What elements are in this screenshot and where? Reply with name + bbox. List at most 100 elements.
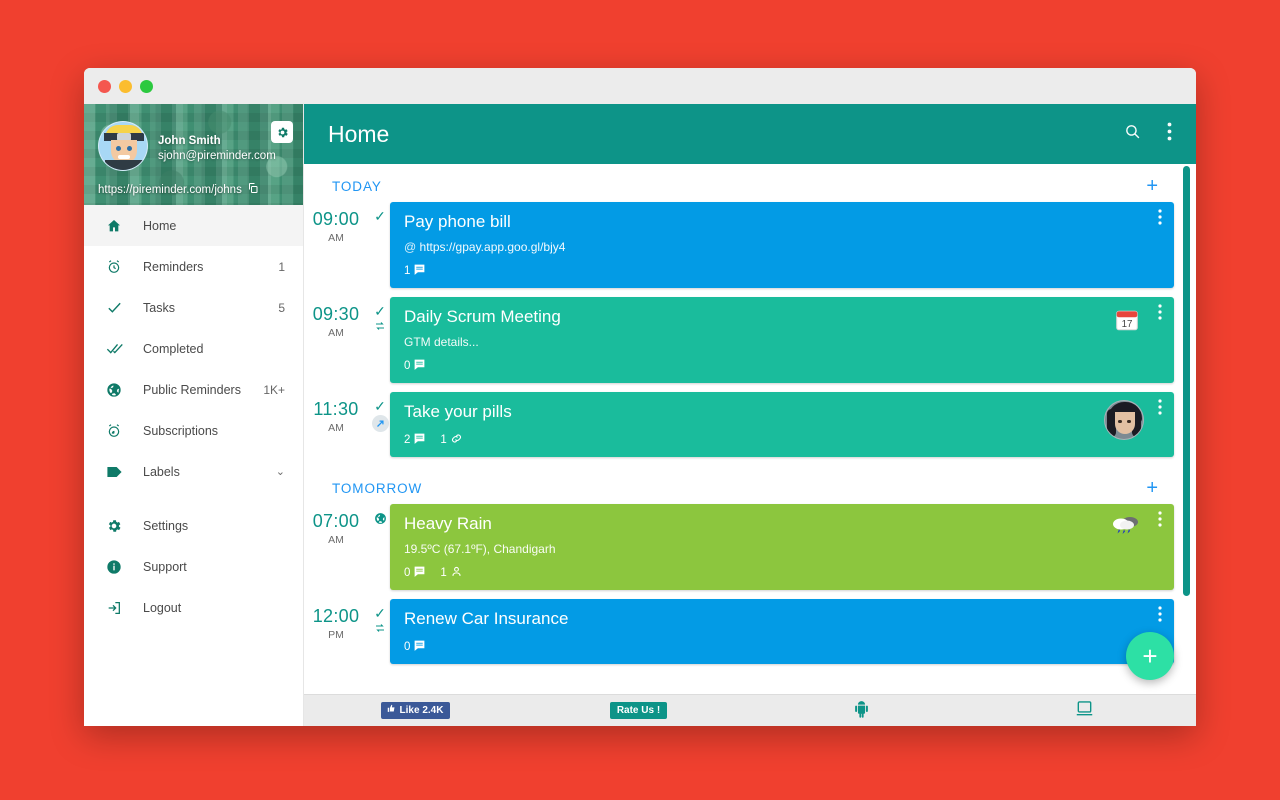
sidebar-item-settings[interactable]: Settings <box>84 505 303 546</box>
notes-count: 0 <box>404 567 411 579</box>
sidebar: John Smith sjohn@pireminder.com https://… <box>84 104 304 726</box>
add-reminder-fab[interactable]: + <box>1126 632 1174 680</box>
notes-count: 1 <box>404 265 411 277</box>
repeat-icon[interactable] <box>374 320 386 335</box>
section-header-today: TODAY + <box>304 164 1174 202</box>
reminder-link-text[interactable]: https://gpay.app.goo.gl/bjy4 <box>420 240 566 254</box>
profile-header: John Smith sjohn@pireminder.com https://… <box>84 104 303 205</box>
add-reminder-tomorrow-button[interactable]: + <box>1146 478 1164 498</box>
profile-email: sjohn@pireminder.com <box>158 150 276 162</box>
sidebar-item-tasks[interactable]: Tasks 5 <box>84 287 303 328</box>
profile-link-text: https://pireminder.com/johns <box>98 183 242 196</box>
people-count: 1 <box>440 567 447 579</box>
reminder-options-icon[interactable] <box>1154 304 1166 320</box>
notes-count-group[interactable]: 0 <box>404 358 426 374</box>
notes-count-group[interactable]: 0 <box>404 565 426 581</box>
sidebar-label: Reminders <box>143 259 204 274</box>
sidebar-label: Completed <box>143 341 204 356</box>
attachment-count: 1 <box>440 434 447 446</box>
reminder-footer: 0 1 <box>404 565 1160 581</box>
reminder-meridiem: AM <box>328 534 344 546</box>
reminder-title: Daily Scrum Meeting <box>404 307 561 326</box>
window-minimize-button[interactable] <box>119 79 132 93</box>
rain-cloud-icon <box>1112 514 1140 542</box>
avatar[interactable] <box>98 121 148 171</box>
chevron-down-icon[interactable]: ⌄ <box>276 465 285 478</box>
rate-us-button[interactable]: Rate Us ! <box>609 702 668 719</box>
globe-icon <box>106 382 132 398</box>
reminder-time: 12:00 <box>312 606 360 626</box>
reminder-card[interactable]: Renew Car Insurance 0 <box>390 599 1174 664</box>
copy-icon[interactable] <box>247 182 259 197</box>
reminder-card[interactable]: Heavy Rain 19.5ºC (67.1ºF), Chandigarh 0… <box>390 504 1174 590</box>
reminder-options-icon[interactable] <box>1154 399 1166 415</box>
repeat-icon[interactable] <box>374 622 386 637</box>
scrollbar-thumb[interactable] <box>1183 166 1190 596</box>
profile-settings-gear-icon[interactable] <box>271 121 293 143</box>
complete-tick-icon[interactable]: ✓ <box>374 606 386 620</box>
app-window: John Smith sjohn@pireminder.com https://… <box>84 68 1196 726</box>
reminder-options-icon[interactable] <box>1154 209 1166 225</box>
notes-count-group[interactable]: 1 <box>404 263 426 279</box>
sidebar-item-home[interactable]: Home <box>84 205 303 246</box>
profile-public-link[interactable]: https://pireminder.com/johns <box>98 182 259 197</box>
sidebar-item-reminders[interactable]: Reminders 1 <box>84 246 303 287</box>
window-close-button[interactable] <box>98 79 111 93</box>
reminder-subtitle: GTM details... <box>404 335 479 349</box>
sidebar-label: Labels <box>143 464 180 479</box>
reminder-options-icon[interactable] <box>1154 606 1166 622</box>
info-icon <box>106 559 132 575</box>
reminder-footer: 0 <box>404 358 1160 374</box>
people-count-group[interactable]: 1 <box>440 565 462 581</box>
main-panel: Home TODAY + 09:00 AM ✓ Pay phone bill @… <box>304 104 1196 726</box>
section-title: TOMORROW <box>332 480 423 496</box>
home-icon <box>106 218 132 234</box>
complete-tick-icon[interactable]: ✓ <box>374 209 386 223</box>
notes-count: 2 <box>404 434 411 446</box>
label-tag-icon <box>106 465 132 479</box>
reminder-meridiem: AM <box>328 232 344 244</box>
time-column: 11:30 AM ✓ <box>304 392 390 434</box>
facebook-like-button[interactable]: Like 2.4K <box>380 702 451 719</box>
reminder-meridiem: AM <box>328 327 344 339</box>
profile-name: John Smith <box>158 135 221 147</box>
reminder-card[interactable]: Take your pills 2 1 <box>390 392 1174 457</box>
time-column: 12:00 PM ✓ <box>304 599 390 641</box>
sidebar-item-support[interactable]: Support <box>84 546 303 587</box>
desktop-icon[interactable] <box>1075 700 1094 721</box>
sidebar-item-labels[interactable]: Labels ⌄ <box>84 451 303 492</box>
notes-count: 0 <box>404 641 411 653</box>
reminder-card[interactable]: Pay phone bill @ https://gpay.app.goo.gl… <box>390 202 1174 288</box>
reminder-card[interactable]: Daily Scrum Meeting GTM details... 0 17 <box>390 297 1174 383</box>
sidebar-label: Support <box>143 559 187 574</box>
sidebar-item-completed[interactable]: Completed <box>84 328 303 369</box>
sidebar-item-public-reminders[interactable]: Public Reminders 1K+ <box>84 369 303 410</box>
reminder-footer: 0 <box>404 639 1160 655</box>
sidebar-item-logout[interactable]: Logout <box>84 587 303 628</box>
notes-count-group[interactable]: 2 <box>404 432 426 448</box>
complete-tick-icon[interactable]: ✓ <box>374 304 386 318</box>
attachment-count-group[interactable]: 1 <box>440 432 462 448</box>
bottom-bar: Like 2.4K Rate Us ! <box>304 694 1196 726</box>
sidebar-item-subscriptions[interactable]: Subscriptions <box>84 410 303 451</box>
complete-tick-icon[interactable]: ✓ <box>374 399 386 413</box>
section-title: TODAY <box>332 178 382 194</box>
at-symbol: @ <box>404 240 417 254</box>
logout-icon <box>106 600 132 616</box>
notes-count: 0 <box>404 360 411 372</box>
reminder-subtitle: @ https://gpay.app.goo.gl/bjy4 <box>404 240 1160 254</box>
bottom-cell-rate: Rate Us ! <box>527 702 750 719</box>
sidebar-nav: Home Reminders 1 Tasks 5 Completed Publi… <box>84 205 303 726</box>
kebab-menu-icon[interactable] <box>1161 118 1178 150</box>
contact-avatar[interactable] <box>1104 400 1144 440</box>
notes-count-group[interactable]: 0 <box>404 639 426 655</box>
edit-pencil-icon[interactable] <box>371 415 389 432</box>
alarm-signal-icon <box>106 423 132 439</box>
window-zoom-button[interactable] <box>140 79 153 93</box>
public-globe-icon[interactable] <box>374 512 387 527</box>
add-reminder-today-button[interactable]: + <box>1146 176 1164 196</box>
search-icon[interactable] <box>1118 119 1147 149</box>
reminder-options-icon[interactable] <box>1154 511 1166 527</box>
scrollbar-track[interactable] <box>1183 164 1193 694</box>
android-icon[interactable] <box>853 699 870 722</box>
